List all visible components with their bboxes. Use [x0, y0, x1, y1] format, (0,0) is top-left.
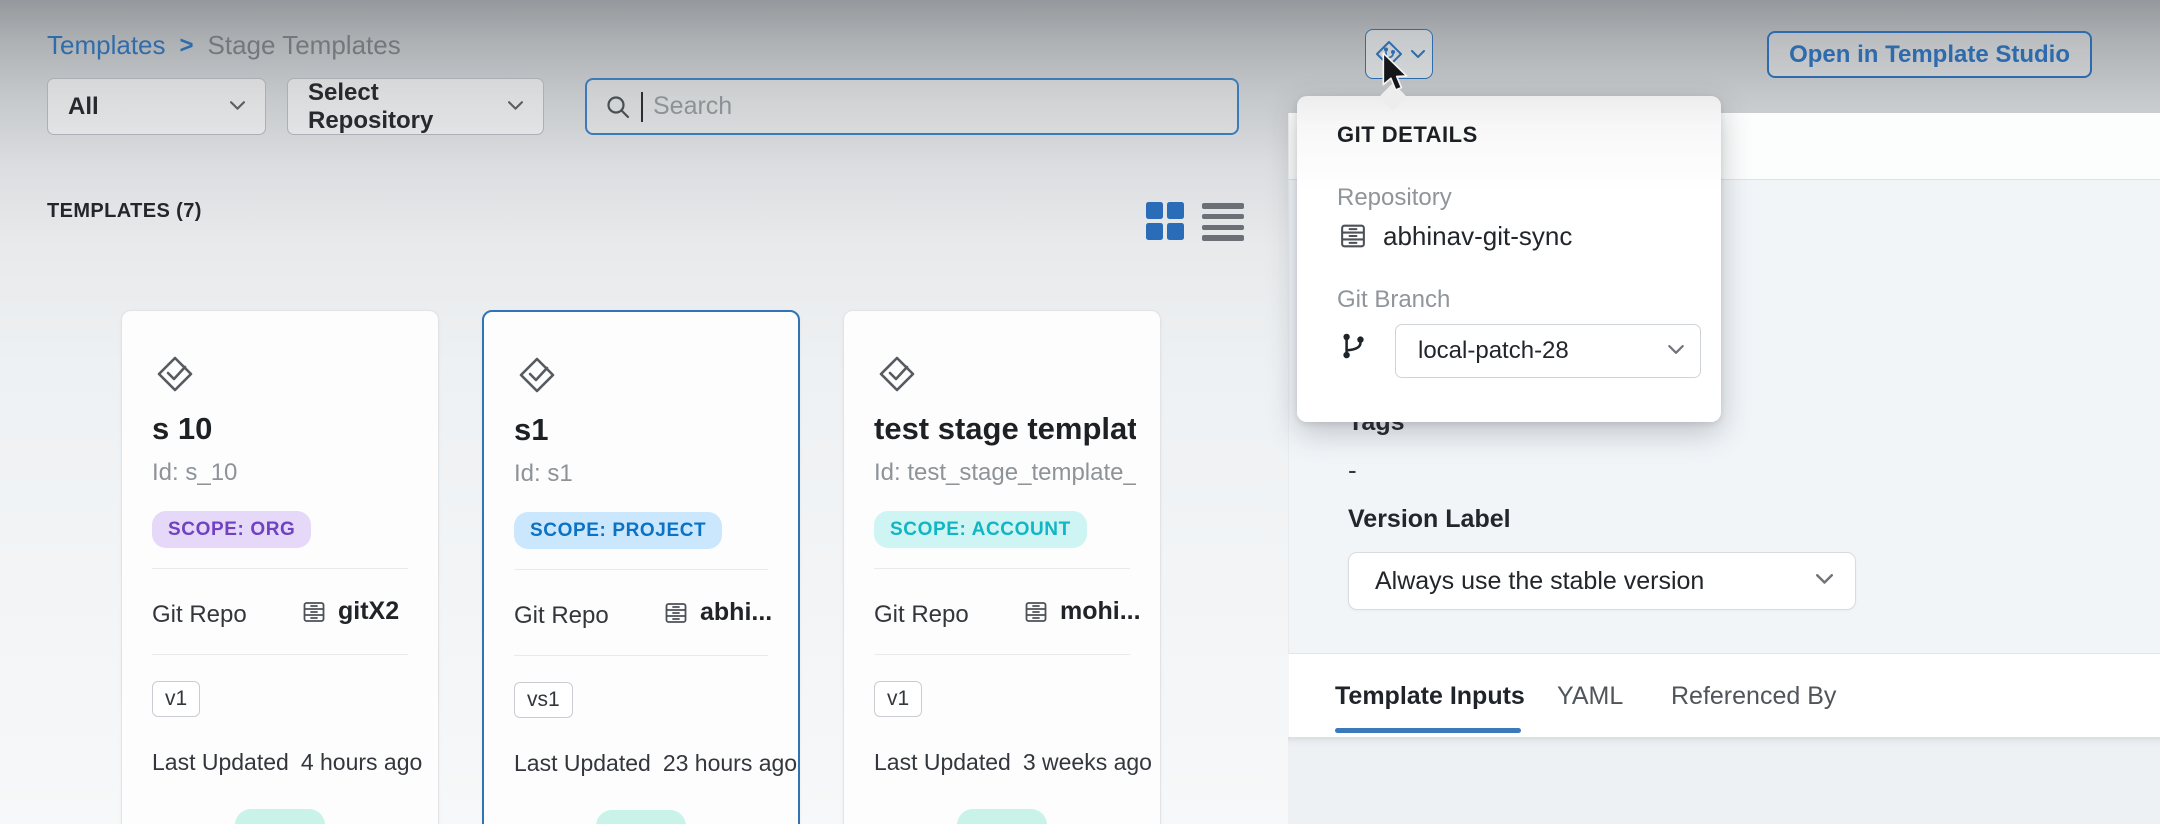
chevron-down-icon [1668, 342, 1684, 360]
open-in-template-studio-button[interactable]: Open in Template Studio [1767, 31, 2092, 78]
repository-filter-value: Select Repository [308, 79, 508, 135]
version-label-heading: Version Label [1348, 505, 1511, 534]
git-branch-icon [1337, 330, 1369, 362]
tab-referenced-by[interactable]: Referenced By [1671, 682, 1836, 711]
git-branch-value: local-patch-28 [1418, 337, 1569, 365]
template-title: test stage template ... [874, 411, 1136, 447]
template-card-selected[interactable]: s1 Id: s1 SCOPE: PROJECT Git Repo abhi..… [482, 310, 800, 824]
tab-template-inputs[interactable]: Template Inputs [1335, 682, 1525, 711]
breadcrumb: Templates > Stage Templates [47, 30, 401, 61]
last-updated-value: 23 hours ago [663, 750, 797, 777]
list-view-icon [1202, 203, 1244, 209]
details-tab-content [1288, 737, 2160, 824]
git-details-title: GIT DETAILS [1337, 122, 1478, 148]
git-repo-label: Git Repo [874, 601, 969, 629]
last-updated-value: 4 hours ago [301, 749, 422, 776]
repository-icon [1337, 220, 1369, 252]
git-repo-value: mohi... [1060, 597, 1141, 626]
scope-badge: SCOPE: ORG [152, 511, 311, 548]
search-icon [605, 94, 631, 120]
version-chip: v1 [874, 681, 922, 717]
grid-view-icon [1146, 202, 1163, 219]
breadcrumb-templates-link[interactable]: Templates [47, 30, 166, 61]
chevron-down-icon [508, 98, 523, 116]
search-input[interactable] [653, 92, 1219, 121]
git-details-popover: GIT DETAILS Repository abhinav-git-sync … [1297, 96, 1721, 422]
type-filter-select[interactable]: All [47, 78, 266, 135]
version-chip: v1 [152, 681, 200, 717]
chevron-down-icon [1816, 572, 1833, 590]
git-branch-label: Git Branch [1337, 286, 1450, 314]
mouse-cursor-icon [1379, 52, 1411, 99]
text-caret [641, 92, 643, 122]
last-updated-label: Last Updated [152, 749, 289, 776]
last-updated-label: Last Updated [874, 749, 1011, 776]
git-repo-label: Git Repo [514, 602, 609, 630]
type-filter-value: All [68, 93, 99, 121]
stage-template-icon [152, 351, 198, 402]
last-updated-label: Last Updated [514, 750, 651, 777]
scope-badge: SCOPE: PROJECT [514, 512, 722, 549]
stable-badge [957, 809, 1047, 824]
template-card[interactable]: test stage template ... Id: test_stage_t… [843, 310, 1161, 824]
stable-badge [596, 810, 686, 824]
list-view-toggle[interactable] [1202, 203, 1244, 241]
last-updated-value: 3 weeks ago [1023, 749, 1152, 776]
chevron-down-icon [1411, 50, 1425, 59]
version-chip: vs1 [514, 682, 573, 718]
git-repo-value: abhi... [700, 598, 772, 627]
stage-template-icon [514, 352, 560, 403]
templates-count-heading: TEMPLATES (7) [47, 200, 202, 223]
stage-templates-page: Templates > Stage Templates All Select R… [0, 0, 2160, 824]
grid-view-toggle[interactable] [1146, 202, 1186, 242]
scope-badge: SCOPE: ACCOUNT [874, 511, 1087, 548]
template-title: s 10 [152, 411, 414, 447]
template-title: s1 [514, 412, 776, 448]
repository-icon [662, 599, 690, 627]
version-label-select[interactable]: Always use the stable version [1348, 552, 1856, 610]
details-tab-bar: Template Inputs YAML Referenced By [1288, 653, 2160, 737]
breadcrumb-separator: > [180, 32, 194, 60]
template-id: Id: test_stage_template_... [874, 459, 1136, 487]
git-repo-value: gitX2 [338, 597, 399, 626]
git-branch-select[interactable]: local-patch-28 [1395, 324, 1701, 378]
template-id: Id: s1 [514, 460, 776, 488]
repository-name: abhinav-git-sync [1383, 221, 1572, 252]
active-tab-underline [1335, 728, 1521, 733]
template-id: Id: s_10 [152, 459, 414, 487]
repository-icon [1022, 598, 1050, 626]
repository-icon [300, 598, 328, 626]
chevron-down-icon [230, 98, 245, 116]
tab-yaml[interactable]: YAML [1557, 682, 1623, 711]
tags-value: - [1348, 455, 1357, 486]
search-field [585, 78, 1239, 135]
breadcrumb-current: Stage Templates [208, 30, 401, 61]
repository-filter-select[interactable]: Select Repository [287, 78, 544, 135]
stage-template-icon [874, 351, 920, 402]
version-label-value: Always use the stable version [1375, 567, 1704, 596]
repository-label: Repository [1337, 184, 1452, 212]
template-card[interactable]: s 10 Id: s_10 SCOPE: ORG Git Repo gitX2 … [121, 310, 439, 824]
git-repo-label: Git Repo [152, 601, 247, 629]
stable-badge [235, 809, 325, 824]
